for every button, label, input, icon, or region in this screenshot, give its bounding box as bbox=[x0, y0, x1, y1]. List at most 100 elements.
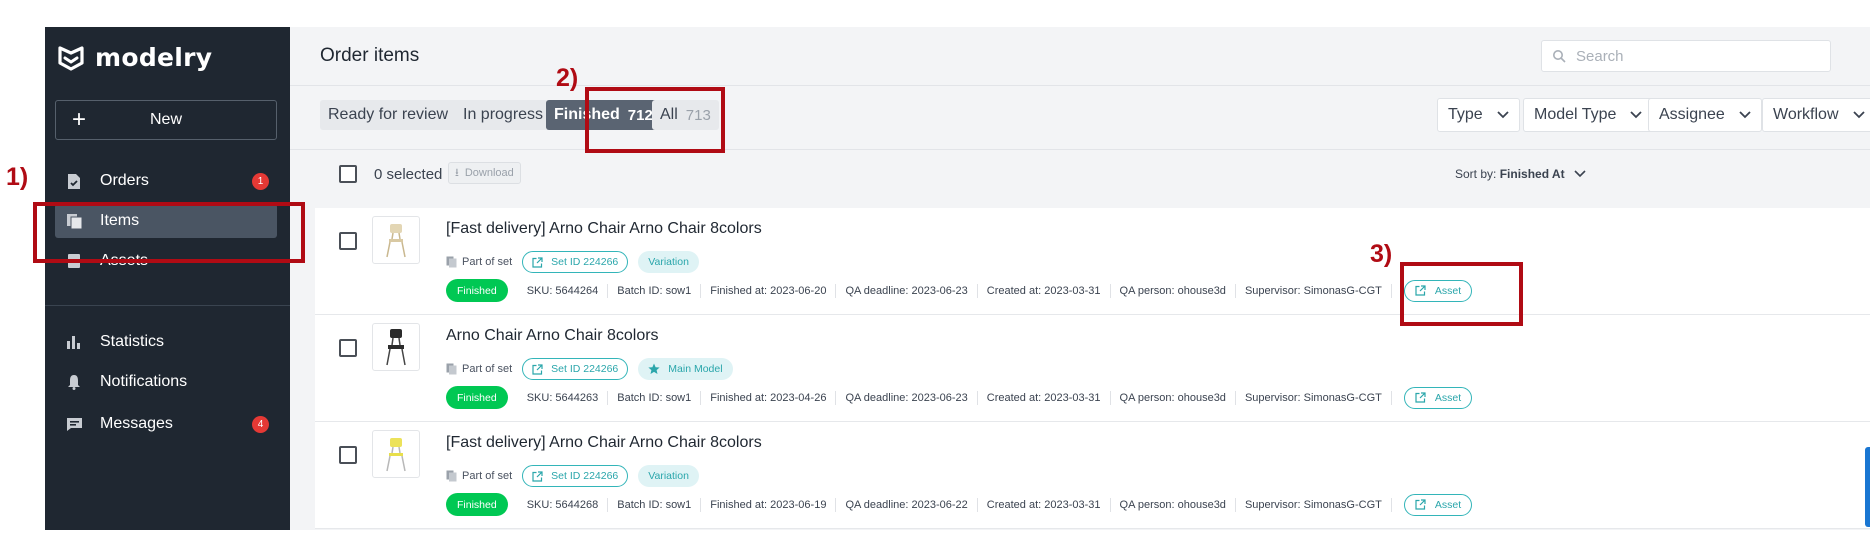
supervisor: Supervisor: SimonasG-CGT bbox=[1236, 283, 1392, 298]
item-thumbnail[interactable] bbox=[372, 430, 420, 478]
chevron-down-icon bbox=[1852, 111, 1865, 119]
asset-button[interactable]: Asset bbox=[1403, 493, 1473, 516]
status-badge: Finished bbox=[446, 493, 508, 516]
row-checkbox[interactable] bbox=[339, 232, 357, 250]
item-title[interactable]: [Fast delivery] Arno Chair Arno Chair 8c… bbox=[446, 220, 762, 238]
tab-count: 712 bbox=[627, 106, 653, 124]
brand-logo[interactable]: modelry bbox=[57, 43, 212, 72]
tab-all[interactable]: All 713 bbox=[652, 100, 719, 130]
set-id-link[interactable]: Set ID 224266 bbox=[522, 465, 629, 487]
sort-by[interactable]: Sort by: Finished At bbox=[1455, 167, 1565, 181]
sidebar-item-statistics[interactable]: Statistics bbox=[55, 325, 277, 359]
asset-button[interactable]: Asset bbox=[1403, 279, 1473, 302]
finished-at: Finished at: 2023-06-20 bbox=[701, 283, 837, 298]
search-box[interactable] bbox=[1541, 40, 1831, 72]
filter-label: Assignee bbox=[1659, 106, 1725, 123]
tab-ready-for-review[interactable]: Ready for review 1 bbox=[320, 100, 473, 130]
messages-count-badge: 4 bbox=[252, 416, 269, 433]
orders-count-badge: 1 bbox=[252, 173, 269, 190]
row-checkbox[interactable] bbox=[339, 339, 357, 357]
part-of-set-label: Part of set bbox=[446, 470, 512, 482]
item-details: Finished SKU: 5644263 Batch ID: sow1 Fin… bbox=[446, 386, 1473, 409]
filter-workflow-dropdown[interactable]: Workflow bbox=[1762, 98, 1870, 132]
statistics-icon bbox=[65, 333, 83, 351]
select-all-checkbox[interactable] bbox=[339, 165, 357, 183]
sidebar-item-label: Items bbox=[100, 212, 140, 229]
sidebar-divider bbox=[45, 305, 290, 306]
item-tags: Part of set Set ID 224266 Main Model bbox=[446, 358, 733, 380]
filter-type-dropdown[interactable]: Type bbox=[1437, 98, 1520, 132]
filter-assignee-dropdown[interactable]: Assignee bbox=[1648, 98, 1762, 132]
items-icon bbox=[65, 212, 83, 230]
sidebar-item-assets[interactable]: Assets bbox=[55, 244, 277, 278]
messages-icon bbox=[65, 415, 83, 433]
sidebar-item-label: Statistics bbox=[100, 333, 165, 350]
new-button[interactable]: + New bbox=[55, 100, 277, 140]
annotation-label-3: 3) bbox=[1370, 240, 1393, 268]
variation-tag: Variation bbox=[638, 251, 699, 273]
qa-person: QA person: ohouse3d bbox=[1111, 283, 1236, 298]
asset-button[interactable]: Asset bbox=[1403, 386, 1473, 409]
download-button[interactable]: ⭳ Download bbox=[448, 162, 521, 184]
sidebar-item-label: Notifications bbox=[100, 373, 188, 390]
filter-model-type-dropdown[interactable]: Model Type bbox=[1523, 98, 1654, 132]
selected-count: 0 selected bbox=[374, 166, 443, 183]
batch-id: Batch ID: sow1 bbox=[608, 390, 702, 405]
created-at: Created at: 2023-03-31 bbox=[978, 390, 1111, 405]
row-checkbox[interactable] bbox=[339, 446, 357, 464]
orders-icon bbox=[65, 172, 83, 190]
table-row[interactable]: [Fast delivery] Arno Chair Arno Chair 8c… bbox=[315, 208, 1870, 315]
part-of-set-label: Part of set bbox=[446, 363, 512, 375]
external-link-icon bbox=[1415, 392, 1426, 403]
item-title[interactable]: [Fast delivery] Arno Chair Arno Chair 8c… bbox=[446, 434, 762, 452]
supervisor: Supervisor: SimonasG-CGT bbox=[1236, 390, 1392, 405]
set-id-link[interactable]: Set ID 224266 bbox=[522, 251, 629, 273]
part-of-set-text: Part of set bbox=[462, 363, 513, 375]
annotation-label-1: 1) bbox=[6, 163, 29, 191]
chevron-down-icon[interactable] bbox=[1574, 170, 1586, 178]
item-details: Finished SKU: 5644268 Batch ID: sow1 Fin… bbox=[446, 493, 1473, 516]
search-input[interactable] bbox=[1576, 47, 1816, 65]
table-row[interactable]: [Fast delivery] Arno Chair Arno Chair 8c… bbox=[315, 422, 1870, 529]
chevron-down-icon bbox=[1497, 111, 1509, 119]
tab-count: 713 bbox=[685, 106, 711, 124]
external-link-icon bbox=[532, 470, 543, 482]
main-content: Order items Ready for review 1 In progre… bbox=[290, 27, 1870, 530]
item-thumbnail[interactable] bbox=[372, 216, 420, 264]
sidebar-item-messages[interactable]: Messages 4 bbox=[55, 407, 277, 441]
sidebar: modelry + New Orders 1 Items Assets Stat… bbox=[45, 27, 290, 530]
sidebar-item-orders[interactable]: Orders 1 bbox=[55, 164, 277, 198]
sku: SKU: 5644263 bbox=[518, 390, 609, 405]
chevron-down-icon bbox=[1739, 111, 1751, 119]
annotation-label-2: 2) bbox=[556, 64, 579, 92]
created-at: Created at: 2023-03-31 bbox=[978, 497, 1111, 512]
sort-value: Finished At bbox=[1499, 167, 1565, 181]
finished-at: Finished at: 2023-06-19 bbox=[701, 497, 837, 512]
chevron-down-icon bbox=[1630, 111, 1643, 119]
selection-bar: 0 selected ⭳ Download Sort by: Finished … bbox=[290, 150, 1870, 198]
chair-thumbnail-icon bbox=[386, 329, 406, 366]
item-tags: Part of set Set ID 224266 Variation bbox=[446, 251, 699, 273]
sidebar-item-label: Messages bbox=[100, 415, 173, 432]
external-link-icon bbox=[1415, 499, 1426, 510]
tab-label: Ready for review bbox=[328, 106, 449, 123]
chair-thumbnail-icon bbox=[386, 224, 406, 258]
item-title[interactable]: Arno Chair Arno Chair 8colors bbox=[446, 327, 659, 345]
tab-finished[interactable]: Finished 712 bbox=[546, 100, 661, 130]
table-row[interactable]: Arno Chair Arno Chair 8colors Part of se… bbox=[315, 315, 1870, 422]
copy-icon bbox=[446, 256, 457, 268]
sku: SKU: 5644268 bbox=[518, 497, 609, 512]
sidebar-item-label: Assets bbox=[100, 252, 149, 269]
download-icon: ⭳ bbox=[455, 166, 459, 179]
part-of-set-label: Part of set bbox=[446, 256, 512, 268]
filter-label: Type bbox=[1448, 106, 1483, 123]
set-id-text: Set ID 224266 bbox=[551, 470, 619, 482]
supervisor: Supervisor: SimonasG-CGT bbox=[1236, 497, 1392, 512]
sidebar-item-items[interactable]: Items bbox=[55, 204, 277, 238]
chair-thumbnail-icon bbox=[386, 438, 406, 472]
set-id-link[interactable]: Set ID 224266 bbox=[522, 358, 629, 380]
batch-id: Batch ID: sow1 bbox=[608, 497, 702, 512]
item-thumbnail[interactable] bbox=[372, 323, 420, 371]
sidebar-item-notifications[interactable]: Notifications bbox=[55, 365, 277, 399]
tabs-bar: Ready for review 1 In progress 0 Finishe… bbox=[290, 86, 1870, 150]
